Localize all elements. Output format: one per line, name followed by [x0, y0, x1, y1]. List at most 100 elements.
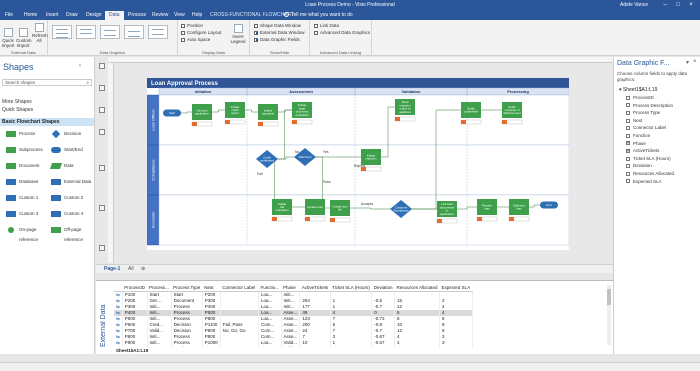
column-header[interactable]: Functio...	[258, 285, 282, 292]
close-icon[interactable]: ×	[686, 1, 696, 9]
page-tab-page-1[interactable]: Page-1	[104, 266, 120, 272]
shape-item-database[interactable]: Database	[6, 177, 51, 188]
zoom-tool-icon[interactable]	[99, 165, 105, 171]
tell-me-box[interactable]: Tell me what you want to do	[284, 11, 364, 19]
page-tab-all[interactable]: All	[128, 266, 134, 272]
tab-data[interactable]: Data	[105, 11, 124, 20]
shape-data-window-checkbox[interactable]: Shape Data Window	[254, 23, 301, 28]
field-deviation[interactable]: Deviation	[626, 163, 652, 168]
refresh-all-button[interactable]: Refresh All	[32, 23, 48, 43]
flowchart-node-process[interactable]: Initiaterejection	[360, 149, 382, 172]
close-pane-icon[interactable]: ×	[693, 59, 697, 65]
tab-file[interactable]: File	[1, 11, 17, 20]
shape-item-document[interactable]: Document	[6, 161, 51, 172]
shape-item-process[interactable]: Process	[6, 129, 51, 140]
column-header[interactable]: Process...	[147, 285, 172, 292]
flowchart-node-start[interactable]: Start	[163, 109, 181, 117]
quick-import-button[interactable]: Quick Import	[1, 28, 15, 48]
shape-item-on-page-reference[interactable]: On-page reference	[6, 225, 51, 242]
pan-tool-icon[interactable]	[99, 245, 105, 251]
tab-insert[interactable]: Insert	[42, 11, 63, 20]
shape-item-decision[interactable]: Decision	[51, 129, 96, 140]
add-page-icon[interactable]: ⊕	[141, 266, 145, 272]
column-header[interactable]: Process Type	[171, 285, 203, 292]
field-process-description[interactable]: Process Description	[626, 103, 673, 108]
quick-shapes-link[interactable]: Quick Shapes	[2, 107, 33, 113]
tab-draw[interactable]: Draw	[62, 11, 82, 20]
external-data-grid[interactable]: ProcessID Process... Process Type Next Conne…	[114, 285, 604, 347]
shape-item-custom-1[interactable]: Custom 1	[6, 193, 51, 204]
minimize-icon[interactable]: –	[660, 1, 670, 9]
stencil-basic-flowchart[interactable]: Basic Flowchart Shapes	[0, 118, 94, 126]
tab-view[interactable]: View	[170, 11, 189, 20]
flowchart-node-process[interactable]: Initiatelegaldocumentverification	[291, 102, 313, 125]
field-process-type[interactable]: Process Type	[626, 110, 660, 115]
tab-review[interactable]: Review	[148, 11, 172, 20]
flowchart-node-end[interactable]: End	[540, 201, 558, 209]
data-graphic-option[interactable]	[52, 25, 72, 39]
sheet-node[interactable]: ▾ Sheet1$A1:L19	[619, 87, 657, 93]
flowchart-node-process[interactable]: Initiateappraisal	[257, 104, 279, 127]
position-button[interactable]: Position	[181, 23, 203, 28]
data-graphic-fields-checkbox[interactable]: Data Graphic Fields	[254, 37, 300, 42]
flowchart-node-process[interactable]: Update loan	[304, 199, 326, 222]
field-next[interactable]: Next	[626, 118, 642, 123]
insert-legend-button[interactable]: Insert Legend	[228, 24, 248, 44]
flowchart-node-process[interactable]: Initiateriskevaluation	[271, 199, 293, 222]
column-header[interactable]: Connector Label	[220, 285, 259, 292]
shape-item-off-page-reference[interactable]: Off-page reference	[51, 225, 96, 242]
tab-process[interactable]: Process	[124, 11, 150, 20]
column-header[interactable]: ActiveTickets	[299, 285, 331, 292]
field-expected-sla[interactable]: Expected SLA	[626, 179, 662, 184]
link-data-button[interactable]: Link Data	[314, 23, 339, 28]
container-tool-icon[interactable]	[99, 205, 105, 211]
flowchart-node-process[interactable]: Notifycustomer ofdisbursement	[501, 102, 523, 125]
shape-item-custom-4[interactable]: Custom 4	[51, 209, 96, 220]
field-function[interactable]: Function	[626, 133, 650, 138]
field-activetickets[interactable]: ActiveTickets	[626, 148, 659, 154]
collapse-left-icon[interactable]: ‹	[79, 63, 81, 69]
vertical-scrollbar[interactable]	[607, 285, 611, 345]
flowchart-node-process[interactable]: Sendrejectionnotice toapplicant	[394, 99, 416, 122]
field-processid[interactable]: ProcessID	[626, 95, 654, 100]
field-ticket-sla-hours-[interactable]: Ticket SLA (Hours)	[626, 156, 671, 161]
data-graphic-option[interactable]	[76, 25, 96, 39]
maximize-icon[interactable]: □	[673, 1, 683, 9]
data-graphic-option[interactable]	[124, 25, 144, 39]
shape-item-start-end[interactable]: Start/End	[51, 145, 96, 156]
advanced-data-graphics-button[interactable]: Advanced Data Graphics	[314, 30, 370, 35]
data-graphic-option[interactable]	[148, 25, 168, 39]
external-data-window-checkbox[interactable]: External Data Window	[254, 30, 305, 35]
sheet-tab[interactable]: Sheet1$A1:L19	[116, 348, 148, 353]
more-shapes-link[interactable]: More Shapes	[2, 99, 32, 105]
column-header[interactable]: Resources Allocated	[394, 285, 440, 292]
flowchart-node-process[interactable]: Disburseloan	[508, 199, 530, 222]
shape-item-external-data[interactable]: External Data	[51, 177, 96, 188]
cross-functional-flowchart[interactable]: Loan Approval Process Initiation Assessme…	[147, 78, 569, 250]
field-connector-label[interactable]: Connector Label	[626, 125, 666, 130]
search-shapes-input[interactable]: Search shapes ⌕	[2, 79, 92, 86]
column-header[interactable]: Ticket SLA (Hours)	[330, 285, 372, 292]
flowchart-node-process[interactable]: Create loanfile	[329, 200, 351, 223]
column-header[interactable]: Expected SLA	[439, 285, 473, 292]
shape-item-custom-3[interactable]: Custom 3	[6, 209, 51, 220]
flowchart-node-process[interactable]: Initiatecreditreport	[224, 102, 246, 125]
user-name[interactable]: Adele Vance	[620, 2, 648, 8]
data-graphic-option[interactable]	[100, 25, 120, 39]
shape-tool-icon[interactable]	[99, 129, 105, 135]
shape-item-data[interactable]: Data	[49, 161, 96, 172]
column-header[interactable]: Deviation	[371, 285, 395, 292]
flowchart-node-process[interactable]: Notifyunderwriter	[460, 102, 482, 125]
shape-item-custom-2[interactable]: Custom 2	[51, 193, 96, 204]
tab-home[interactable]: Home	[20, 11, 41, 20]
shape-item-subprocess[interactable]: Subprocess	[6, 145, 51, 156]
tab-design[interactable]: Design	[82, 11, 106, 20]
field-phase[interactable]: Phase	[626, 140, 646, 146]
field-resources-allocated[interactable]: Resources Allocated	[626, 171, 674, 176]
flowchart-node-process[interactable]: Link loandocumentstoapplication	[436, 201, 458, 224]
column-header[interactable]: ProcessID	[122, 285, 148, 292]
custom-import-button[interactable]: Custom Import	[16, 28, 32, 48]
configure-layout-button[interactable]: Configure Layout	[181, 30, 221, 35]
flowchart-node-process[interactable]: Prepareloan	[476, 199, 498, 222]
auto-space-button[interactable]: Auto Space	[181, 37, 210, 42]
